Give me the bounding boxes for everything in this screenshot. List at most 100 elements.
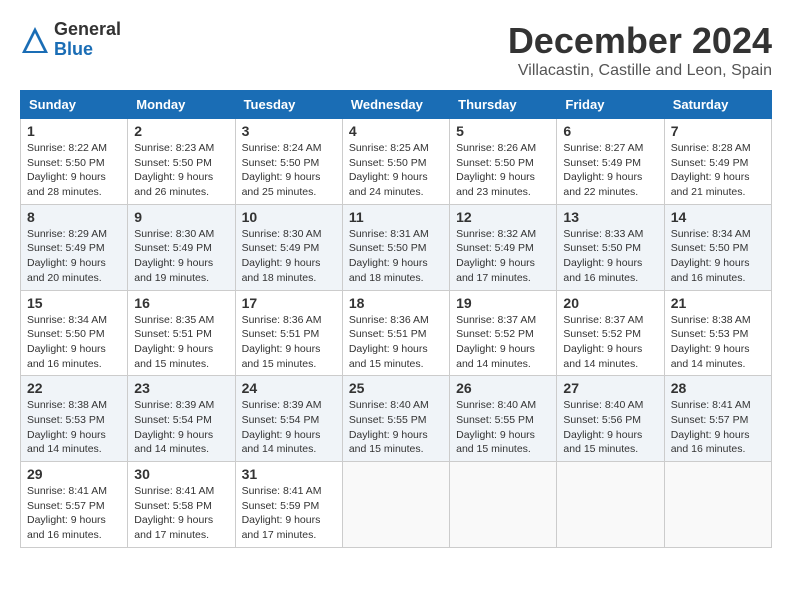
calendar-cell: 31 Sunrise: 8:41 AM Sunset: 5:59 PM Dayli…: [235, 462, 342, 548]
logo-blue: Blue: [54, 40, 121, 60]
calendar-cell: 9 Sunrise: 8:30 AM Sunset: 5:49 PM Daylig…: [128, 204, 235, 290]
calendar-header: SundayMondayTuesdayWednesdayThursdayFrid…: [21, 91, 772, 119]
weekday-header: Thursday: [450, 91, 557, 119]
calendar-week-row: 22 Sunrise: 8:38 AM Sunset: 5:53 PM Dayli…: [21, 376, 772, 462]
day-number: 31: [242, 466, 336, 482]
calendar-cell: 6 Sunrise: 8:27 AM Sunset: 5:49 PM Daylig…: [557, 119, 664, 205]
day-info: Sunrise: 8:26 AM Sunset: 5:50 PM Dayligh…: [456, 141, 550, 200]
calendar-cell: [342, 462, 449, 548]
calendar-cell: 3 Sunrise: 8:24 AM Sunset: 5:50 PM Daylig…: [235, 119, 342, 205]
calendar-cell: 18 Sunrise: 8:36 AM Sunset: 5:51 PM Dayli…: [342, 290, 449, 376]
calendar-cell: 5 Sunrise: 8:26 AM Sunset: 5:50 PM Daylig…: [450, 119, 557, 205]
day-number: 13: [563, 209, 657, 225]
day-info: Sunrise: 8:34 AM Sunset: 5:50 PM Dayligh…: [27, 313, 121, 372]
day-info: Sunrise: 8:30 AM Sunset: 5:49 PM Dayligh…: [134, 227, 228, 286]
day-info: Sunrise: 8:31 AM Sunset: 5:50 PM Dayligh…: [349, 227, 443, 286]
day-number: 14: [671, 209, 765, 225]
day-info: Sunrise: 8:38 AM Sunset: 5:53 PM Dayligh…: [671, 313, 765, 372]
day-info: Sunrise: 8:23 AM Sunset: 5:50 PM Dayligh…: [134, 141, 228, 200]
calendar-cell: 13 Sunrise: 8:33 AM Sunset: 5:50 PM Dayli…: [557, 204, 664, 290]
day-info: Sunrise: 8:40 AM Sunset: 5:55 PM Dayligh…: [349, 398, 443, 457]
calendar-cell: 7 Sunrise: 8:28 AM Sunset: 5:49 PM Daylig…: [664, 119, 771, 205]
calendar-cell: 30 Sunrise: 8:41 AM Sunset: 5:58 PM Dayli…: [128, 462, 235, 548]
day-number: 25: [349, 380, 443, 396]
day-number: 11: [349, 209, 443, 225]
day-number: 3: [242, 123, 336, 139]
day-info: Sunrise: 8:25 AM Sunset: 5:50 PM Dayligh…: [349, 141, 443, 200]
calendar-cell: 14 Sunrise: 8:34 AM Sunset: 5:50 PM Dayli…: [664, 204, 771, 290]
day-info: Sunrise: 8:33 AM Sunset: 5:50 PM Dayligh…: [563, 227, 657, 286]
calendar-cell: 26Sunrise: 8:40 AM Sunset: 5:55 PM Dayli…: [450, 376, 557, 462]
calendar-cell: 23 Sunrise: 8:39 AM Sunset: 5:54 PM Dayli…: [128, 376, 235, 462]
day-number: 18: [349, 295, 443, 311]
logo: General Blue: [20, 20, 121, 60]
day-info: Sunrise: 8:24 AM Sunset: 5:50 PM Dayligh…: [242, 141, 336, 200]
day-info: Sunrise: 8:35 AM Sunset: 5:51 PM Dayligh…: [134, 313, 228, 372]
calendar-cell: 19 Sunrise: 8:37 AM Sunset: 5:52 PM Dayli…: [450, 290, 557, 376]
day-info: Sunrise: 8:36 AM Sunset: 5:51 PM Dayligh…: [349, 313, 443, 372]
calendar-cell: 22 Sunrise: 8:38 AM Sunset: 5:53 PM Dayli…: [21, 376, 128, 462]
day-number: 27: [563, 380, 657, 396]
day-number: 6: [563, 123, 657, 139]
day-number: 15: [27, 295, 121, 311]
day-number: 19: [456, 295, 550, 311]
day-number: 4: [349, 123, 443, 139]
calendar-week-row: 8Sunrise: 8:29 AM Sunset: 5:49 PM Daylig…: [21, 204, 772, 290]
calendar-cell: 15 Sunrise: 8:34 AM Sunset: 5:50 PM Dayli…: [21, 290, 128, 376]
day-number: 22: [27, 380, 121, 396]
day-info: Sunrise: 8:37 AM Sunset: 5:52 PM Dayligh…: [563, 313, 657, 372]
calendar-cell: 20 Sunrise: 8:37 AM Sunset: 5:52 PM Dayli…: [557, 290, 664, 376]
day-info: Sunrise: 8:41 AM Sunset: 5:59 PM Dayligh…: [242, 484, 336, 543]
day-info: Sunrise: 8:38 AM Sunset: 5:53 PM Dayligh…: [27, 398, 121, 457]
logo-general: General: [54, 20, 121, 40]
day-info: Sunrise: 8:32 AM Sunset: 5:49 PM Dayligh…: [456, 227, 550, 286]
calendar-cell: 24 Sunrise: 8:39 AM Sunset: 5:54 PM Dayli…: [235, 376, 342, 462]
calendar-week-row: 15 Sunrise: 8:34 AM Sunset: 5:50 PM Dayli…: [21, 290, 772, 376]
calendar-cell: 12Sunrise: 8:32 AM Sunset: 5:49 PM Dayli…: [450, 204, 557, 290]
day-info: Sunrise: 8:30 AM Sunset: 5:49 PM Dayligh…: [242, 227, 336, 286]
day-info: Sunrise: 8:27 AM Sunset: 5:49 PM Dayligh…: [563, 141, 657, 200]
calendar-cell: 1 Sunrise: 8:22 AM Sunset: 5:50 PM Daylig…: [21, 119, 128, 205]
day-number: 5: [456, 123, 550, 139]
weekday-header: Tuesday: [235, 91, 342, 119]
day-number: 7: [671, 123, 765, 139]
day-info: Sunrise: 8:39 AM Sunset: 5:54 PM Dayligh…: [242, 398, 336, 457]
day-number: 20: [563, 295, 657, 311]
day-number: 30: [134, 466, 228, 482]
day-number: 24: [242, 380, 336, 396]
day-number: 16: [134, 295, 228, 311]
day-info: Sunrise: 8:29 AM Sunset: 5:49 PM Dayligh…: [27, 227, 121, 286]
day-number: 21: [671, 295, 765, 311]
location: Villacastin, Castille and Leon, Spain: [508, 62, 772, 80]
weekday-header: Wednesday: [342, 91, 449, 119]
day-number: 1: [27, 123, 121, 139]
day-info: Sunrise: 8:22 AM Sunset: 5:50 PM Dayligh…: [27, 141, 121, 200]
weekday-header: Friday: [557, 91, 664, 119]
calendar-cell: [450, 462, 557, 548]
day-info: Sunrise: 8:41 AM Sunset: 5:58 PM Dayligh…: [134, 484, 228, 543]
calendar-cell: 2 Sunrise: 8:23 AM Sunset: 5:50 PM Daylig…: [128, 119, 235, 205]
day-info: Sunrise: 8:36 AM Sunset: 5:51 PM Dayligh…: [242, 313, 336, 372]
weekday-header: Sunday: [21, 91, 128, 119]
calendar-cell: [557, 462, 664, 548]
day-number: 9: [134, 209, 228, 225]
calendar-week-row: 29Sunrise: 8:41 AM Sunset: 5:57 PM Dayli…: [21, 462, 772, 548]
calendar-cell: 21 Sunrise: 8:38 AM Sunset: 5:53 PM Dayli…: [664, 290, 771, 376]
calendar-week-row: 1 Sunrise: 8:22 AM Sunset: 5:50 PM Daylig…: [21, 119, 772, 205]
day-number: 26: [456, 380, 550, 396]
calendar-cell: 4 Sunrise: 8:25 AM Sunset: 5:50 PM Daylig…: [342, 119, 449, 205]
day-info: Sunrise: 8:40 AM Sunset: 5:56 PM Dayligh…: [563, 398, 657, 457]
day-info: Sunrise: 8:28 AM Sunset: 5:49 PM Dayligh…: [671, 141, 765, 200]
day-number: 23: [134, 380, 228, 396]
title-area: December 2024 Villacastin, Castille and …: [508, 20, 772, 80]
calendar-cell: 25 Sunrise: 8:40 AM Sunset: 5:55 PM Dayli…: [342, 376, 449, 462]
month-title: December 2024: [508, 20, 772, 62]
day-info: Sunrise: 8:34 AM Sunset: 5:50 PM Dayligh…: [671, 227, 765, 286]
day-info: Sunrise: 8:39 AM Sunset: 5:54 PM Dayligh…: [134, 398, 228, 457]
day-info: Sunrise: 8:37 AM Sunset: 5:52 PM Dayligh…: [456, 313, 550, 372]
calendar-cell: 29Sunrise: 8:41 AM Sunset: 5:57 PM Dayli…: [21, 462, 128, 548]
day-number: 2: [134, 123, 228, 139]
calendar-cell: 17Sunrise: 8:36 AM Sunset: 5:51 PM Dayli…: [235, 290, 342, 376]
calendar: SundayMondayTuesdayWednesdayThursdayFrid…: [20, 90, 772, 548]
day-info: Sunrise: 8:41 AM Sunset: 5:57 PM Dayligh…: [671, 398, 765, 457]
